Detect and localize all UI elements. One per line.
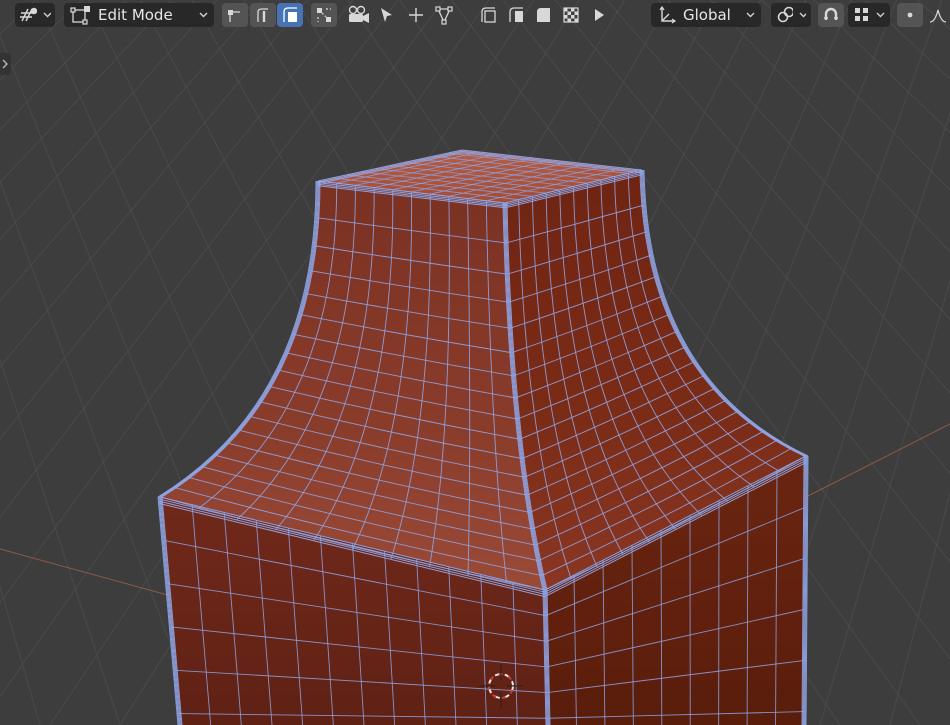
mode-selector[interactable]: Edit Mode (64, 3, 214, 27)
orientation-label: Global (683, 6, 731, 24)
snap-toggle-button[interactable] (818, 3, 844, 27)
chevron-down-icon (799, 12, 806, 18)
mesh-object[interactable] (157, 149, 809, 725)
chevron-right-icon (2, 59, 8, 69)
chevron-down-icon (746, 12, 755, 18)
mode-label: Edit Mode (98, 6, 173, 24)
solid-shading-icon (481, 7, 496, 23)
viewport-canvas[interactable] (0, 0, 950, 725)
editor-type-selector[interactable] (15, 3, 55, 27)
orientation-axes-icon (659, 5, 677, 24)
snap-target-selector[interactable] (848, 3, 890, 27)
vertex-tool-icon (435, 6, 453, 25)
sidebar-toggle[interactable] (0, 53, 11, 75)
proportional-edit-icon (902, 7, 918, 23)
material-shading-button[interactable] (503, 3, 529, 27)
face-select-icon (283, 7, 297, 22)
select-tool-button[interactable] (373, 3, 399, 27)
vertex-select-icon (228, 10, 240, 22)
solid-shading-button[interactable] (475, 3, 501, 27)
plus-icon (409, 8, 423, 22)
falloff-curve-icon (929, 9, 946, 23)
transform-orientation-selector[interactable]: Global (651, 3, 761, 27)
rendered-shading-button[interactable] (530, 3, 556, 27)
face-select-button[interactable] (277, 3, 303, 27)
edge-select-icon (257, 8, 268, 22)
edit-mode-icon (70, 6, 90, 25)
chevron-down-icon (199, 12, 208, 18)
edge-select-button[interactable] (250, 3, 276, 27)
checker-shading-button[interactable] (558, 3, 584, 27)
vertex-select-button[interactable] (222, 3, 248, 27)
proportional-edit-button[interactable] (897, 3, 923, 27)
grid-snap-icon (855, 8, 868, 21)
view-toggle-icon (317, 8, 331, 22)
pivot-point-selector[interactable] (771, 3, 811, 27)
view-toggle-button[interactable] (311, 3, 337, 27)
checker-shading-icon (563, 7, 579, 23)
chevron-down-icon (876, 12, 885, 18)
material-shading-icon (509, 7, 523, 22)
cursor-select-icon (381, 8, 392, 22)
snap-magnet-icon (824, 7, 838, 20)
chevron-down-icon (43, 12, 51, 18)
rendered-shading-icon (537, 8, 550, 22)
camera-gizmo-icon (348, 5, 369, 23)
x-axis-line (0, 548, 176, 598)
viewport-header: Edit Mode Global (0, 0, 950, 30)
vertex-tool-button[interactable] (431, 3, 457, 27)
play-button[interactable] (586, 3, 612, 27)
falloff-selector[interactable] (925, 3, 950, 27)
3d-viewport[interactable] (0, 0, 950, 725)
pivot-link-icon (777, 6, 793, 23)
add-tool-button[interactable] (403, 3, 429, 27)
viewport-gizmo-icon (20, 7, 38, 22)
play-icon (595, 9, 604, 21)
camera-gizmo-button[interactable] (345, 3, 371, 27)
y-axis-line (799, 423, 950, 501)
